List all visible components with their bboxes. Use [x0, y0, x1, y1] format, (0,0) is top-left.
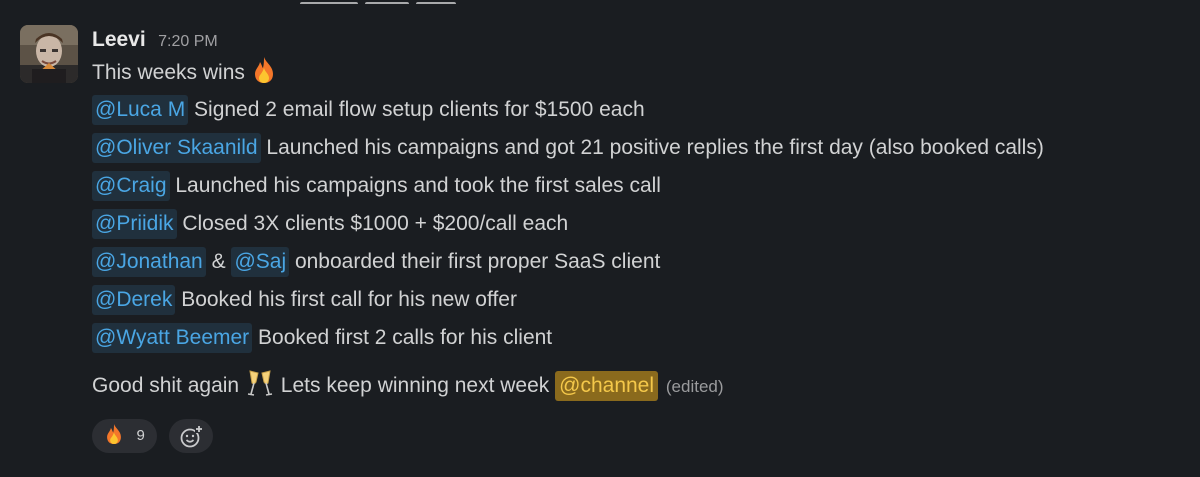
closing-line: Good shit again Lets keep winning next w… [92, 367, 1192, 405]
win-item: @Derek Booked his first call for his new… [92, 281, 1192, 319]
win-item-text: Signed 2 email flow setup clients for $1… [194, 98, 645, 121]
fire-emoji-icon [251, 56, 277, 96]
closing-text: Good shit again [92, 374, 240, 397]
win-item: @Jonathan & @Saj onboarded their first p… [92, 243, 1192, 281]
user-mention[interactable]: @Jonathan [92, 247, 206, 277]
win-item-text: Booked his first call for his new offer [181, 288, 517, 311]
message-header: Leevi 7:20 PM [92, 25, 1192, 55]
user-mention[interactable]: @Derek [92, 285, 176, 315]
win-item: @Priidik Closed 3X clients $1000 + $200/… [92, 205, 1192, 243]
channel-mention[interactable]: @channel [555, 371, 659, 401]
win-item-text: Booked first 2 calls for his client [258, 326, 553, 349]
user-mention[interactable]: @Priidik [92, 209, 177, 239]
reaction-count: 9 [136, 427, 145, 444]
user-mention[interactable]: @Craig [92, 171, 170, 201]
previous-message-fragment [300, 0, 470, 4]
win-item: @Craig Launched his campaigns and took t… [92, 167, 1192, 205]
win-item: @Oliver Skaanild Launched his campaigns … [92, 129, 1192, 167]
add-reaction-button[interactable] [169, 419, 214, 453]
reaction-fire[interactable]: 9 [92, 419, 157, 453]
avatar[interactable] [20, 25, 78, 83]
fire-emoji-icon [104, 423, 124, 458]
win-item-text: Closed 3X clients $1000 + $200/call each [182, 212, 569, 235]
win-item-text: Launched his campaigns and took the firs… [175, 174, 661, 197]
closing-text: Lets keep winning next week [280, 374, 550, 397]
champagne-glasses-icon [245, 369, 275, 410]
message-title-text: This weeks wins [92, 61, 245, 84]
author-name[interactable]: Leevi [92, 28, 146, 51]
add-reaction-icon [180, 425, 204, 448]
user-mention[interactable]: @Saj [231, 247, 290, 277]
win-item-text: Launched his campaigns and got 21 positi… [266, 136, 1044, 159]
mention-joiner: & [211, 250, 226, 273]
win-item: @Luca M Signed 2 email flow setup client… [92, 91, 1192, 129]
user-mention[interactable]: @Luca M [92, 95, 189, 125]
timestamp[interactable]: 7:20 PM [158, 33, 218, 50]
reactions-bar: 9 [92, 419, 214, 453]
message-title: This weeks wins [92, 55, 1192, 91]
user-mention[interactable]: @Wyatt Beemer [92, 323, 253, 353]
user-mention[interactable]: @Oliver Skaanild [92, 133, 261, 163]
win-item: @Wyatt Beemer Booked first 2 calls for h… [92, 319, 1192, 357]
edited-label: (edited) [665, 377, 724, 396]
win-item-text: onboarded their first proper SaaS client [294, 250, 661, 273]
